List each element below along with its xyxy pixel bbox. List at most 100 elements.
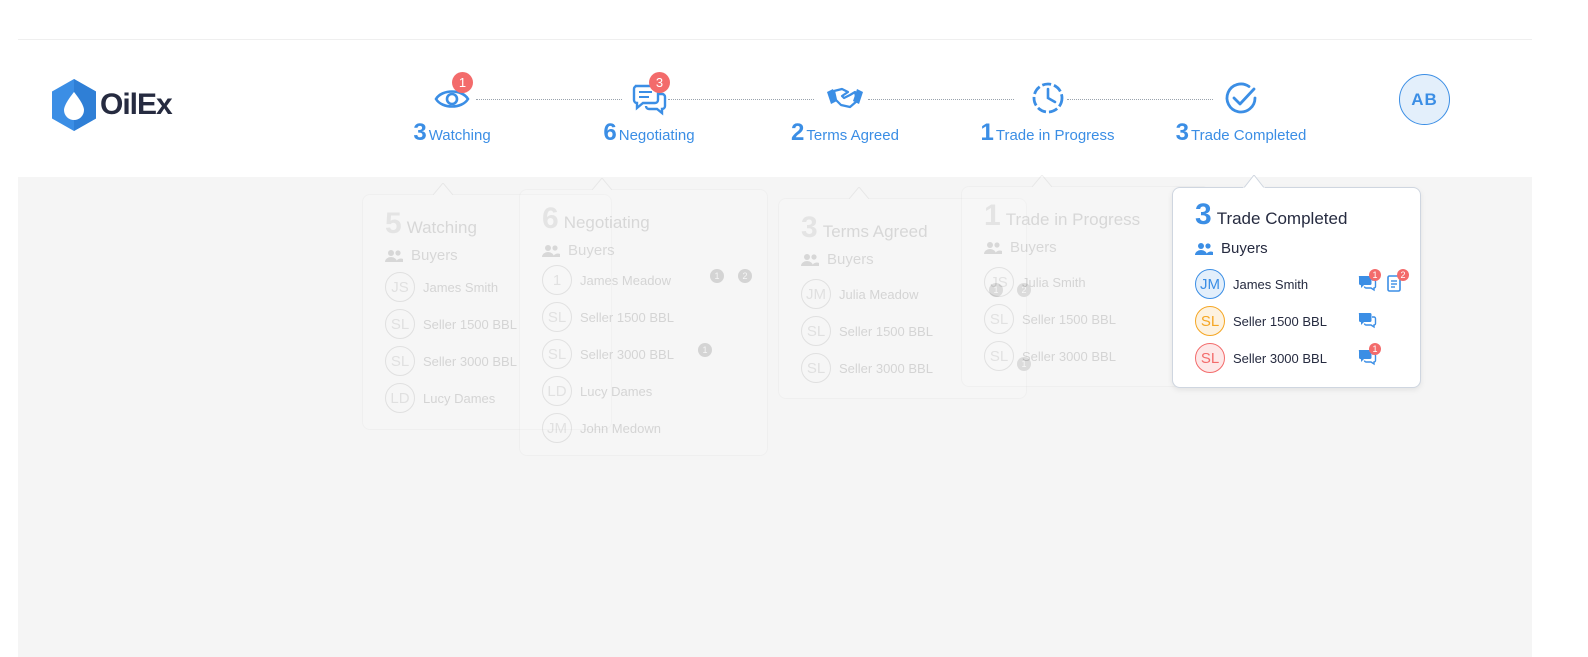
list-item[interactable]: 1 James Meadow 12 (542, 265, 752, 295)
list-item[interactable]: SL Seller 3000 BBL 1 (1195, 343, 1407, 373)
step-label: Watching (428, 127, 491, 144)
row-name: Seller 1500 BBL (580, 309, 674, 325)
list-item[interactable]: SL Seller 3000 BBL 1 (542, 339, 752, 369)
card-count: 3 (1195, 198, 1212, 231)
step-trade-in-progress[interactable]: 1 Trade in Progress (975, 78, 1120, 147)
chat-button[interactable]: 1 (1357, 269, 1381, 295)
step-count: 6 (603, 119, 617, 146)
clock-icon (1032, 82, 1063, 114)
avatar: 1 (542, 265, 572, 295)
avatar: SL (801, 316, 831, 346)
row-name: Seller 1500 BBL (839, 323, 933, 339)
card-title: Negotiating (563, 213, 650, 232)
card-title: Watching (406, 218, 477, 237)
chat-button[interactable] (1357, 310, 1379, 332)
logo[interactable]: OilEx (50, 78, 173, 132)
oil-drop-logo-icon (52, 79, 96, 131)
step-terms-agreed[interactable]: 2 Terms Agreed (785, 78, 905, 147)
row-name: Seller 3000 BBL (839, 360, 933, 376)
notification-badge: 1 (1369, 269, 1381, 281)
users-icon (984, 241, 1002, 254)
avatar: SL (385, 346, 415, 376)
card-negotiating: 6 Negotiating Buyers 1 James Meadow 12 SL S… (519, 178, 768, 456)
avatar: SL (542, 339, 572, 369)
list-item[interactable]: SL Seller 1500 BBL (984, 304, 1194, 334)
list-item[interactable]: LD Lucy Dames (542, 376, 752, 406)
buyers-heading: Buyers (984, 239, 1057, 256)
buyers-label: Buyers (1221, 240, 1268, 257)
users-icon (801, 253, 819, 266)
card-count: 3 (801, 211, 818, 244)
avatar: JM (801, 279, 831, 309)
step-count: 3 (413, 119, 427, 146)
avatar: SL (984, 341, 1014, 371)
list-item[interactable]: SLSeller 3000 BBL 1 (984, 341, 1194, 371)
row-name: Seller 3000 BBL (1233, 350, 1327, 366)
count-dot: 1 (698, 343, 712, 357)
step-label: Terms Agreed (806, 127, 899, 144)
step-watching[interactable]: 1 3 Watching (402, 72, 502, 147)
step-trade-completed[interactable]: 3 Trade Completed (1166, 78, 1316, 147)
popover-arrow (849, 187, 869, 199)
row-name: James Smith (1233, 276, 1309, 292)
row-name: Seller 1500 BBL (1022, 311, 1116, 327)
row-name: Lucy Dames (423, 390, 496, 406)
popover-arrow (433, 183, 453, 195)
chat-button[interactable]: 1 (1357, 343, 1381, 369)
step-label: Trade in Progress (995, 127, 1115, 144)
row-name: Seller 3000 BBL (580, 346, 674, 362)
chat-icon (1358, 313, 1377, 329)
row-name: Julia Meadow (839, 286, 919, 302)
avatar: JM (542, 413, 572, 443)
notification-badge: 3 (649, 72, 670, 93)
avatar: SL (542, 302, 572, 332)
row-name: Julia Smith (1022, 274, 1086, 290)
list-item[interactable]: JSJulia Smith 1 (984, 267, 1194, 297)
row-name: James Meadow (580, 272, 672, 288)
users-icon (542, 244, 560, 257)
card-count: 5 (385, 207, 402, 240)
list-item[interactable]: SL Seller 1500 BBL (1195, 306, 1407, 336)
buyers-heading: Buyers (542, 242, 615, 259)
popover-arrow (1032, 175, 1052, 187)
buyers-heading: Buyers (801, 251, 874, 268)
step-count: 2 (791, 119, 805, 146)
avatar: LD (542, 376, 572, 406)
step-negotiating[interactable]: 3 6 Negotiating (594, 72, 704, 147)
count-dot: 1 (710, 269, 724, 283)
row-name: Seller 1500 BBL (1233, 313, 1327, 329)
avatar: JS (984, 267, 1014, 297)
avatar: SL (1195, 306, 1225, 336)
notification-badge: 1 (452, 72, 473, 93)
card-trade-completed: 3 Trade Completed Buyers JM James Smith 1… (1172, 175, 1421, 388)
step-label: Negotiating (618, 127, 695, 144)
step-label: Trade Completed (1191, 127, 1307, 144)
card-count: 1 (984, 199, 1001, 232)
handshake-icon (827, 87, 863, 109)
user-avatar[interactable]: AB (1399, 74, 1450, 125)
row-name: Seller 1500 BBL (423, 316, 517, 332)
avatar: LD (385, 383, 415, 413)
buyers-label: Buyers (568, 242, 615, 259)
row-name: Seller 3000 BBL (423, 353, 517, 369)
step-count: 3 (1175, 119, 1189, 146)
popover-arrow (1243, 175, 1265, 189)
users-icon (385, 249, 403, 262)
logo-text: OilEx (100, 88, 173, 121)
step-count: 1 (980, 119, 994, 146)
avatar: SL (1195, 343, 1225, 373)
popover-arrow (592, 178, 612, 190)
avatar: SL (984, 304, 1014, 334)
list-item[interactable]: JM James Smith 1 2 (1195, 269, 1409, 299)
list-item[interactable]: SL Seller 1500 BBL (542, 302, 752, 332)
avatar: SL (801, 353, 831, 383)
notification-badge: 2 (1397, 269, 1409, 281)
card-title: Trade Completed (1216, 209, 1348, 228)
buyers-label: Buyers (411, 247, 458, 264)
buyers-heading: Buyers (385, 247, 458, 264)
card-title: Trade in Progress (1005, 210, 1141, 229)
row-name: John Medown (580, 420, 661, 436)
avatar: JS (385, 272, 415, 302)
document-button[interactable]: 2 (1385, 269, 1409, 295)
list-item[interactable]: JM John Medown (542, 413, 752, 443)
